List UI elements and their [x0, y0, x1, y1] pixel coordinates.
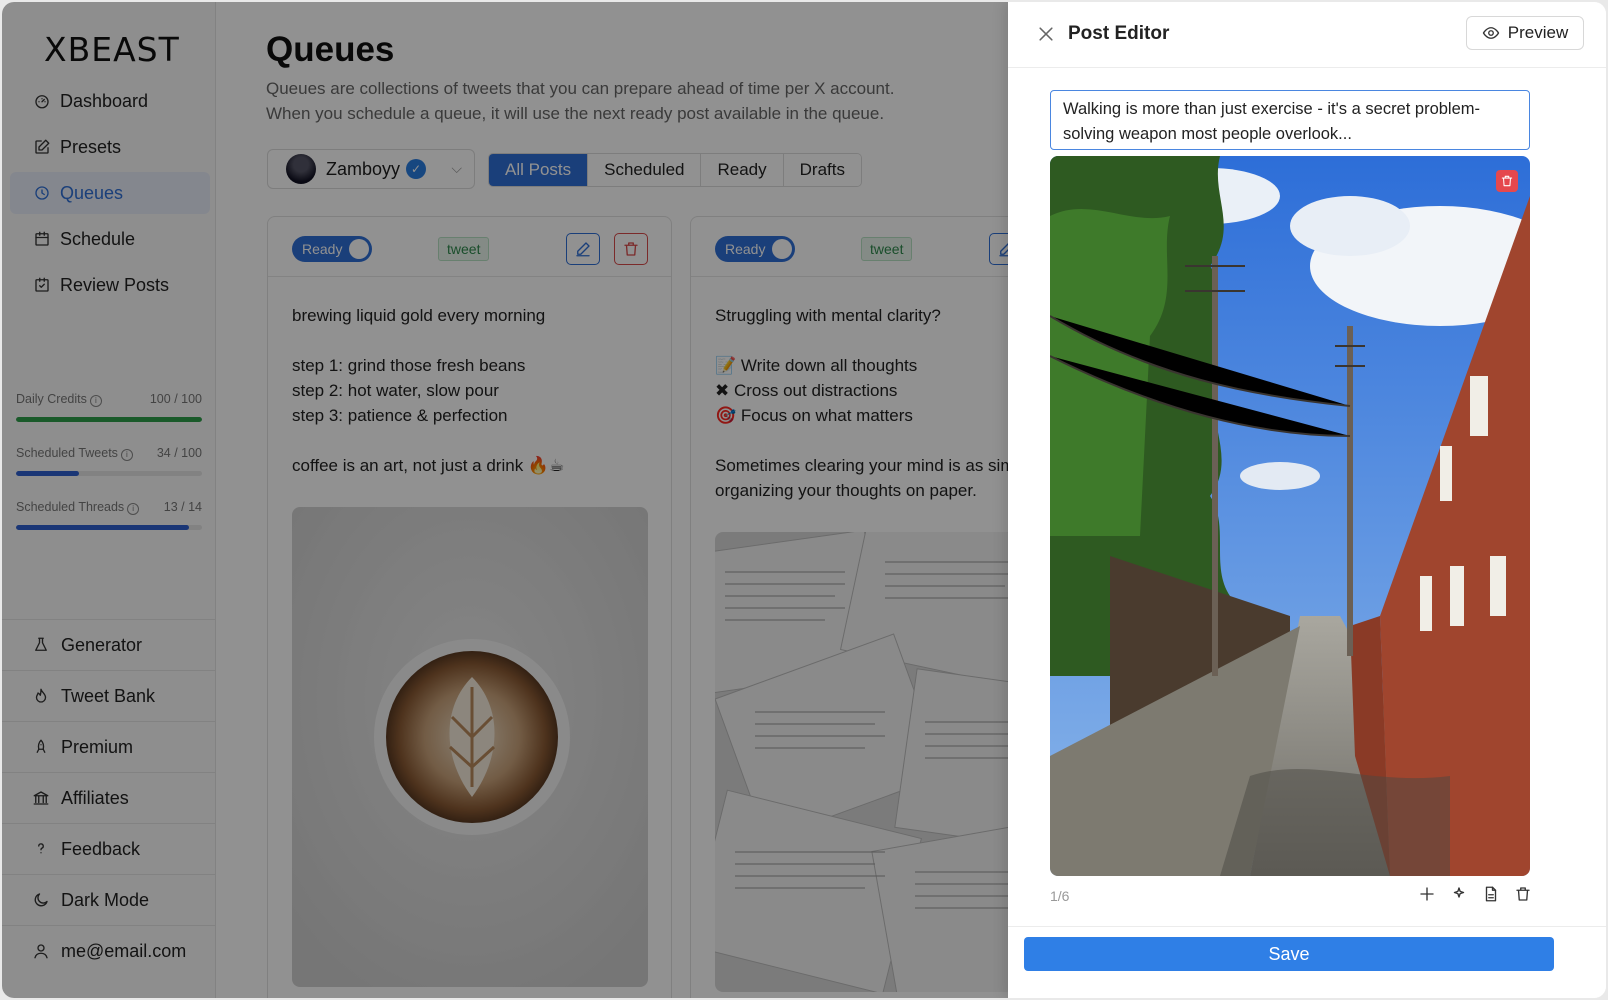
- editor-footer: Save: [1008, 926, 1606, 998]
- editor-header: Post Editor Preview: [1008, 2, 1606, 68]
- media-pager: 1/6: [1050, 888, 1070, 904]
- editor-title: Post Editor: [1068, 23, 1170, 44]
- add-icon[interactable]: [1418, 885, 1436, 903]
- close-icon[interactable]: [1036, 24, 1056, 44]
- media-toolbar: [1418, 885, 1532, 903]
- post-text-input[interactable]: Walking is more than just exercise - it'…: [1050, 90, 1530, 150]
- modal-backdrop[interactable]: [2, 2, 1008, 998]
- trash-icon: [1501, 175, 1513, 187]
- save-button[interactable]: Save: [1024, 937, 1554, 971]
- preview-button[interactable]: Preview: [1466, 16, 1584, 50]
- sparkle-icon[interactable]: [1450, 885, 1468, 903]
- trash-icon[interactable]: [1514, 885, 1532, 903]
- app-window: XBEAST Dashboard Presets Queues Schedule…: [2, 2, 1606, 998]
- post-media-image[interactable]: [1050, 156, 1530, 876]
- remove-image-button[interactable]: [1496, 170, 1518, 192]
- preview-label: Preview: [1507, 23, 1569, 42]
- post-editor-panel: Post Editor Preview Walking is more than…: [1008, 2, 1606, 998]
- eye-icon: [1482, 27, 1499, 39]
- document-icon[interactable]: [1482, 885, 1500, 903]
